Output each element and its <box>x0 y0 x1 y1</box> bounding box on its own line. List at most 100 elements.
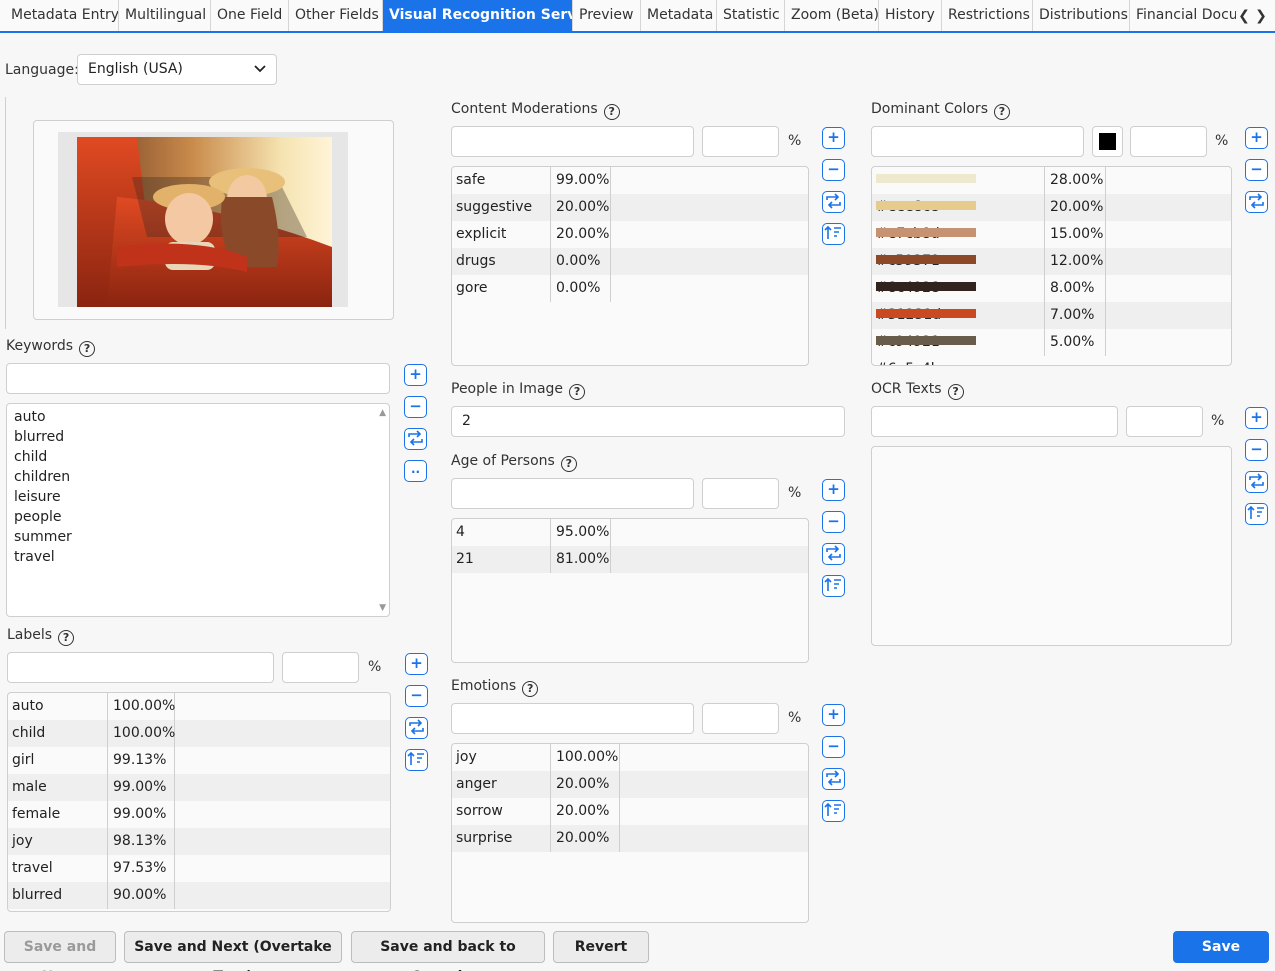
table-row[interactable]: gore 0.00% <box>452 275 808 302</box>
table-row[interactable]: anger 20.00% <box>452 771 808 798</box>
chevron-left-icon[interactable]: ❮ <box>1237 4 1251 28</box>
tab-zoom-beta[interactable]: Zoom (Beta) <box>785 0 879 31</box>
refresh-icon[interactable] <box>822 191 845 213</box>
refresh-icon[interactable] <box>1245 191 1268 213</box>
table-row[interactable]: safe 99.00% <box>452 167 808 194</box>
color-picker[interactable] <box>1092 126 1123 157</box>
labels-input[interactable] <box>7 652 274 683</box>
plus-icon[interactable]: + <box>822 704 845 726</box>
table-row[interactable]: #e7cb8d20.00% <box>872 194 1231 242</box>
minus-icon[interactable]: − <box>822 511 845 533</box>
dominant-colors-table[interactable]: #eee8ce28.00% #e7cb8d20.00% #c5937115.00… <box>871 166 1232 366</box>
list-item[interactable]: people <box>7 507 389 527</box>
minus-icon[interactable]: − <box>1245 159 1268 181</box>
table-row[interactable]: travel 97.53% <box>8 855 390 882</box>
refresh-icon[interactable] <box>404 428 427 450</box>
list-item[interactable]: summer <box>7 527 389 547</box>
list-item[interactable]: travel <box>7 547 389 567</box>
table-row[interactable]: 21 81.00% <box>452 546 808 573</box>
emotions-input[interactable] <box>451 703 694 734</box>
more-icon[interactable]: .. <box>404 460 427 482</box>
plus-icon[interactable]: + <box>822 479 845 501</box>
plus-icon[interactable]: + <box>405 653 428 675</box>
tab-financial-documents[interactable]: Financial Documents <box>1130 0 1236 31</box>
refresh-icon[interactable] <box>405 717 428 739</box>
help-icon[interactable]: ? <box>569 384 586 400</box>
table-row[interactable]: blurred 90.00% <box>8 882 390 909</box>
table-row[interactable]: joy 98.13% <box>8 828 390 855</box>
table-row[interactable]: surprise 20.00% <box>452 825 808 852</box>
help-icon[interactable]: ? <box>993 104 1010 120</box>
minus-icon[interactable]: − <box>822 159 845 181</box>
table-row[interactable]: #6a5c4b5.00% <box>872 329 1231 365</box>
table-row[interactable]: #31231d8.00% <box>872 275 1231 323</box>
content-moderations-percent-input[interactable] <box>702 126 779 157</box>
plus-icon[interactable]: + <box>404 364 427 386</box>
sort-icon[interactable] <box>1245 503 1268 525</box>
table-row[interactable]: joy 100.00% <box>452 744 808 771</box>
list-item[interactable]: children <box>7 467 389 487</box>
table-row[interactable]: child 100.00% <box>8 720 390 747</box>
minus-icon[interactable]: − <box>404 396 427 418</box>
people-in-image-input[interactable]: 2 <box>451 406 845 437</box>
save-and-next-overtake-button[interactable]: Save and Next (Overtake Text) <box>124 931 342 971</box>
tab-other-fields[interactable]: Other Fields <box>289 0 383 31</box>
tab-history[interactable]: History <box>879 0 942 31</box>
help-icon[interactable]: ? <box>79 341 96 357</box>
age-of-persons-percent-input[interactable] <box>702 478 779 509</box>
tab-preview[interactable]: Preview <box>573 0 641 31</box>
table-row[interactable]: sorrow 20.00% <box>452 798 808 825</box>
keywords-list[interactable]: auto blurred child children leisure peop… <box>6 403 390 617</box>
labels-percent-input[interactable] <box>282 652 359 683</box>
table-row[interactable]: male 99.00% <box>8 774 390 801</box>
content-moderations-table[interactable]: safe 99.00% suggestive 20.00% explicit 20.0… <box>451 166 809 366</box>
dominant-colors-input[interactable] <box>871 126 1084 157</box>
tab-metadata[interactable]: Metadata <box>641 0 717 31</box>
refresh-icon[interactable] <box>822 543 845 565</box>
tab-multilingual[interactable]: Multilingual <box>119 0 211 31</box>
ocr-texts-percent-input[interactable] <box>1126 406 1203 437</box>
tab-metadata-entry[interactable]: Metadata Entry <box>5 0 119 31</box>
tab-distributions[interactable]: Distributions <box>1033 0 1130 31</box>
save-and-next-button[interactable]: Save and Next <box>4 931 116 971</box>
sort-icon[interactable] <box>822 800 845 822</box>
tab-one-field[interactable]: One Field <box>211 0 289 31</box>
list-item[interactable]: blurred <box>7 427 389 447</box>
save-button[interactable]: Save <box>1173 931 1269 963</box>
sort-icon[interactable] <box>822 575 845 597</box>
plus-icon[interactable]: + <box>1245 407 1268 429</box>
minus-icon[interactable]: − <box>405 685 428 707</box>
table-row[interactable]: girl 99.13% <box>8 747 390 774</box>
table-row[interactable]: #eee8ce28.00% <box>872 167 1231 215</box>
table-row[interactable]: #c5937115.00% <box>872 221 1231 269</box>
tab-statistic[interactable]: Statistic <box>717 0 785 31</box>
help-icon[interactable]: ? <box>560 456 577 472</box>
refresh-icon[interactable] <box>822 768 845 790</box>
list-item[interactable]: child <box>7 447 389 467</box>
language-select[interactable]: English (USA) <box>77 54 277 85</box>
table-row[interactable]: female 99.00% <box>8 801 390 828</box>
table-row[interactable]: 4 95.00% <box>452 519 808 546</box>
emotions-percent-input[interactable] <box>702 703 779 734</box>
save-and-back-button[interactable]: Save and back to Overview <box>351 931 545 971</box>
table-row[interactable]: #c949217.00% <box>872 302 1231 350</box>
table-row[interactable]: suggestive 20.00% <box>452 194 808 221</box>
revert-button[interactable]: Revert <box>553 931 649 963</box>
chevron-right-icon[interactable]: ❯ <box>1254 4 1268 28</box>
tab-visual-recognition-service[interactable]: Visual Recognition Service <box>383 0 573 31</box>
table-row[interactable]: auto 100.00% <box>8 693 390 720</box>
keywords-input[interactable] <box>6 363 390 394</box>
table-row[interactable]: explicit 20.00% <box>452 221 808 248</box>
ocr-texts-table[interactable] <box>871 446 1232 646</box>
help-icon[interactable]: ? <box>947 384 964 400</box>
plus-icon[interactable]: + <box>1245 127 1268 149</box>
minus-icon[interactable]: − <box>822 736 845 758</box>
sort-icon[interactable] <box>405 749 428 771</box>
dominant-colors-percent-input[interactable] <box>1130 126 1207 157</box>
minus-icon[interactable]: − <box>1245 439 1268 461</box>
scroll-down-icon[interactable]: ▼ <box>379 603 386 613</box>
sort-icon[interactable] <box>822 223 845 245</box>
table-row[interactable]: #8c492812.00% <box>872 248 1231 296</box>
age-of-persons-input[interactable] <box>451 478 694 509</box>
content-moderations-input[interactable] <box>451 126 694 157</box>
